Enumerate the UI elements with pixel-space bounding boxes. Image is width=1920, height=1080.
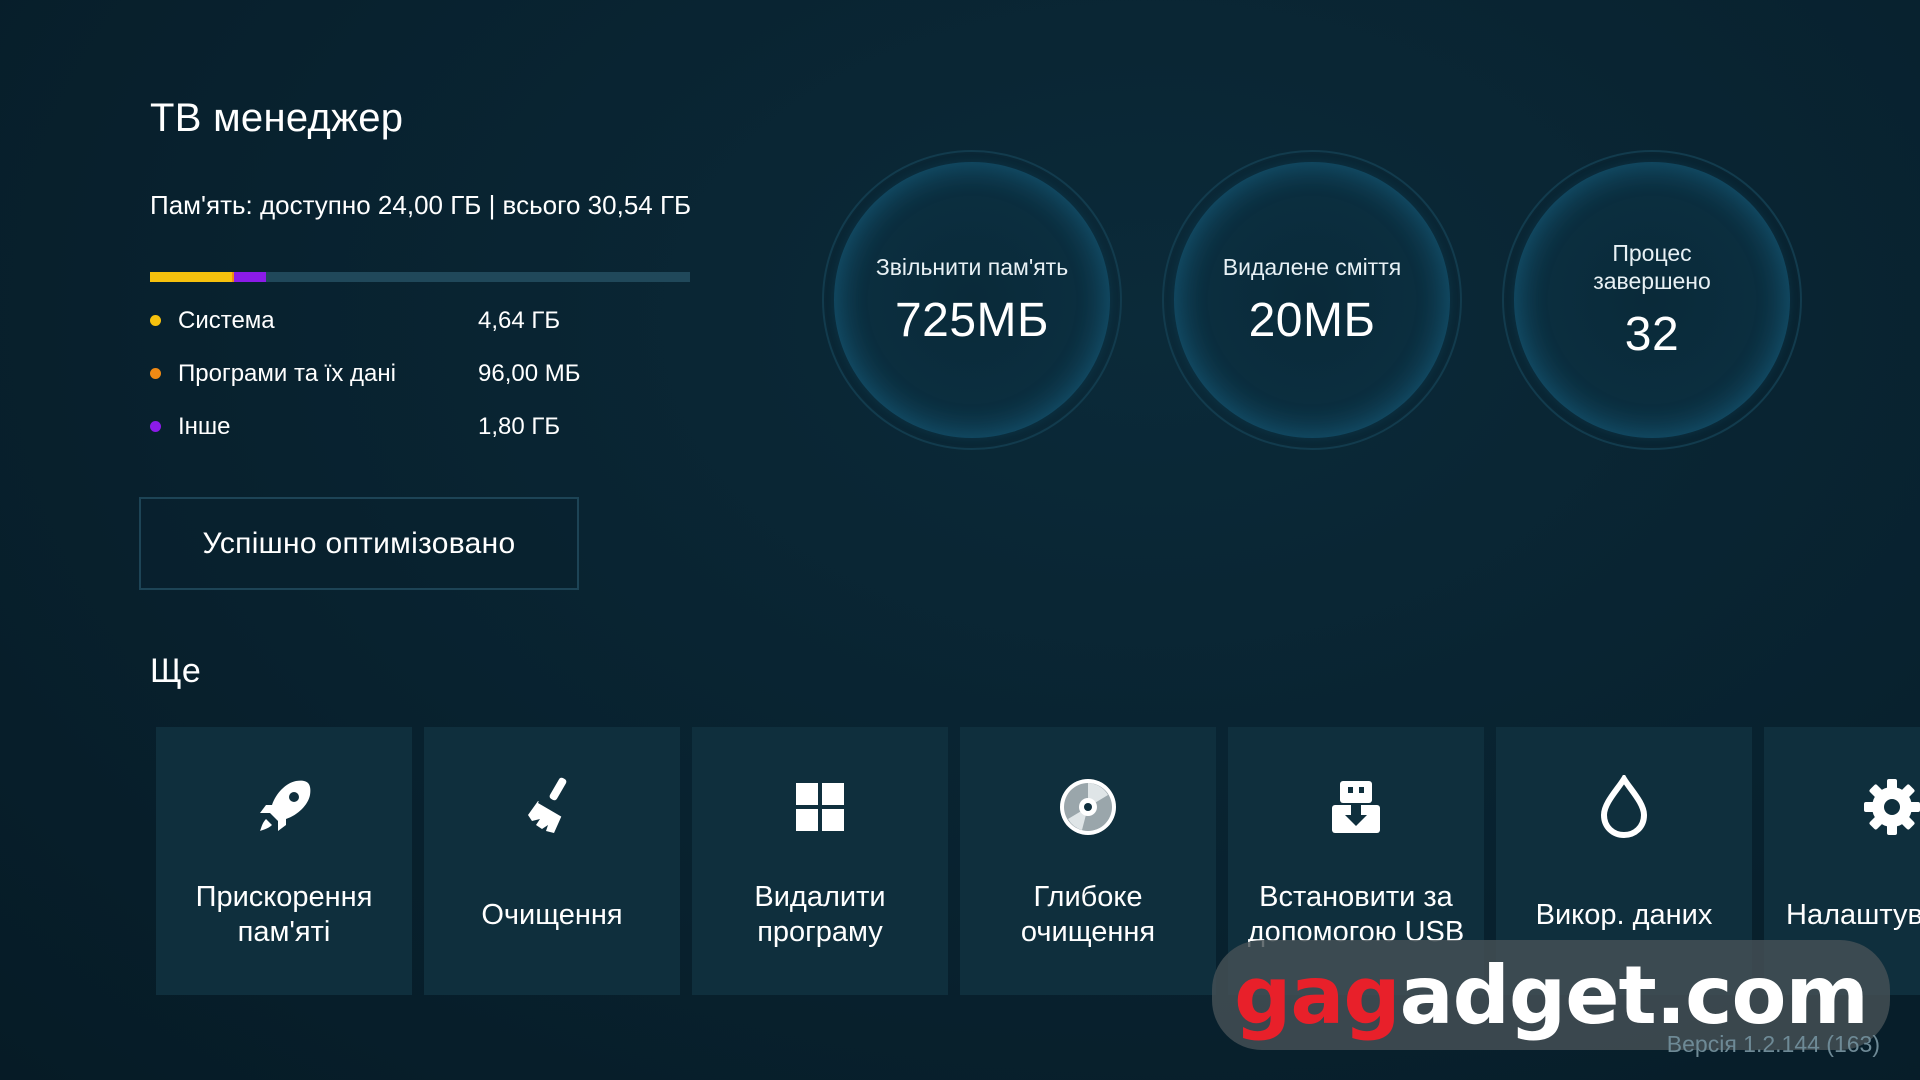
- page-title: ТВ менеджер: [150, 96, 404, 140]
- broom-icon: [528, 777, 567, 833]
- gear-icon: [1864, 779, 1920, 835]
- stat-value: 725МБ: [894, 293, 1050, 347]
- optimized-status-button[interactable]: Успішно оптимізовано: [139, 497, 579, 590]
- legend-label: Система: [178, 307, 275, 334]
- memory-summary: Пам'ять: доступно 24,00 ГБ | всього 30,5…: [150, 190, 692, 220]
- stat-circle-processes-ended: Процес завершено 32: [1502, 150, 1802, 450]
- apps-grid-icon: [796, 783, 844, 831]
- tile-label: Глибоке очищення: [1020, 881, 1156, 948]
- tile-label: Очищення: [481, 898, 623, 931]
- storage-usage-bar: [150, 272, 690, 282]
- watermark-red-text: gag: [1234, 948, 1401, 1042]
- usb-install-icon: [1332, 781, 1380, 833]
- tile-label: Прискорення пам'яті: [195, 881, 373, 948]
- stat-value: 20МБ: [1248, 293, 1376, 347]
- tile-deep-clean[interactable]: Глибоке очищення: [960, 727, 1216, 995]
- legend-dot-apps: [150, 368, 161, 379]
- stat-label: Видалене сміття: [1222, 253, 1402, 280]
- tile-memory-boost[interactable]: Прискорення пам'яті: [156, 727, 412, 995]
- stat-label: Процес завершено: [1593, 239, 1711, 294]
- tile-uninstall-app[interactable]: Видалити програму: [692, 727, 948, 995]
- more-section-title: Ще: [150, 652, 201, 690]
- legend-item-other: Інше 1,80 ГБ: [150, 412, 650, 465]
- legend-value: 4,64 ГБ: [478, 307, 561, 334]
- stat-circle-inner: Видалене сміття 20МБ: [1174, 162, 1450, 438]
- legend-item-system: Система 4,64 ГБ: [150, 306, 650, 359]
- tile-label: Видалити програму: [754, 881, 886, 948]
- storage-bar-segment-system: [150, 272, 233, 282]
- storage-legend: Система 4,64 ГБ Програми та їх дані 96,0…: [150, 306, 650, 465]
- legend-dot-system: [150, 315, 161, 326]
- rocket-icon: [260, 780, 311, 831]
- tv-manager-screen: ТВ менеджер Пам'ять: доступно 24,00 ГБ |…: [0, 0, 1920, 1080]
- stat-circle-junk-removed: Видалене сміття 20МБ: [1162, 150, 1462, 450]
- drop-icon: [1600, 775, 1648, 839]
- stat-value: 32: [1624, 307, 1680, 361]
- legend-label: Програми та їх дані: [178, 360, 396, 387]
- legend-dot-other: [150, 421, 161, 432]
- legend-label: Інше: [178, 413, 231, 440]
- stat-circle-freed-memory: Звільнити пам'ять 725МБ: [822, 150, 1122, 450]
- stat-circle-inner: Звільнити пам'ять 725МБ: [834, 162, 1110, 438]
- tile-cleanup[interactable]: Очищення: [424, 727, 680, 995]
- stat-label: Звільнити пам'ять: [875, 253, 1069, 280]
- legend-item-apps: Програми та їх дані 96,00 МБ: [150, 359, 650, 412]
- storage-bar-segment-other: [233, 272, 266, 282]
- legend-value: 1,80 ГБ: [478, 413, 561, 440]
- disc-icon: [1060, 779, 1116, 835]
- watermark-white-text: adget.com: [1399, 948, 1869, 1042]
- legend-value: 96,00 МБ: [478, 360, 581, 387]
- app-version: Версія 1.2.144 (163): [1666, 1031, 1880, 1057]
- stat-circle-inner: Процес завершено 32: [1514, 162, 1790, 438]
